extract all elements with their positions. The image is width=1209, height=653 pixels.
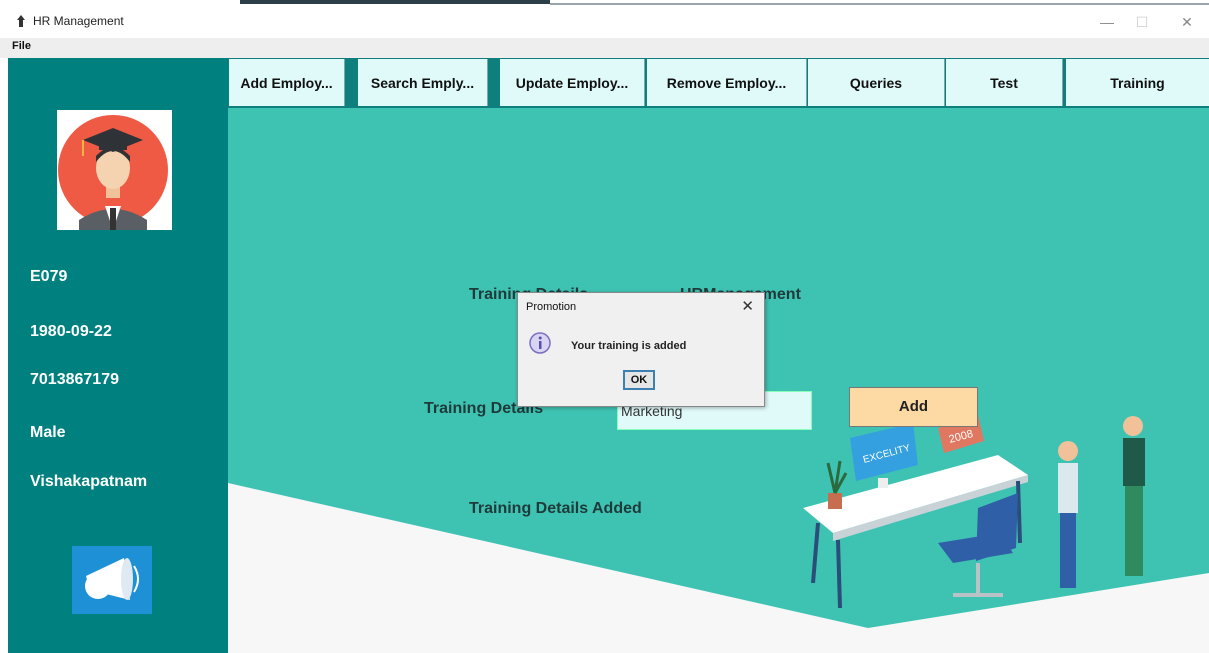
dialog-ok-button[interactable]: OK [623, 370, 655, 390]
tab-update-employee[interactable]: Update Employ... [500, 59, 645, 106]
tab-queries[interactable]: Queries [808, 59, 945, 106]
megaphone-icon [85, 558, 139, 600]
menu-bar [0, 38, 1209, 58]
app-icon [17, 15, 25, 27]
title-bar-accent [240, 0, 550, 4]
tab-training[interactable]: Training [1066, 59, 1209, 106]
info-icon [529, 332, 551, 354]
title-bar [0, 0, 1209, 38]
avatar [57, 110, 172, 230]
dialog-message: Your training is added [571, 340, 687, 352]
phone-number: 7013867179 [30, 371, 119, 388]
minimize-icon[interactable]: — [1095, 10, 1119, 34]
employee-id: E079 [30, 268, 68, 285]
tab-remove-employee[interactable]: Remove Employ... [647, 59, 807, 106]
tab-search-employee[interactable]: Search Emply... [358, 59, 488, 106]
close-icon[interactable]: ✕ [1175, 10, 1199, 34]
city: Vishakapatnam [30, 473, 148, 490]
menu-file[interactable]: File [12, 40, 31, 52]
status-message: Training Details Added [469, 500, 642, 517]
promotion-dialog: Promotion ✕ Your training is added OK [517, 292, 765, 407]
graduate-avatar-icon [58, 115, 168, 230]
maximize-icon[interactable]: ☐ [1130, 10, 1154, 34]
tab-test[interactable]: Test [946, 59, 1063, 106]
add-button[interactable]: Add [849, 387, 978, 427]
dialog-close-icon[interactable]: ✕ [741, 297, 754, 315]
window-title: HR Management [33, 14, 124, 28]
tab-add-employee[interactable]: Add Employ... [229, 59, 345, 106]
gender: Male [30, 424, 66, 441]
date-of-birth: 1980-09-22 [30, 323, 112, 340]
dialog-title: Promotion [526, 301, 577, 313]
title-bar-accent-line [550, 3, 1209, 5]
announcement-button[interactable] [72, 546, 152, 614]
